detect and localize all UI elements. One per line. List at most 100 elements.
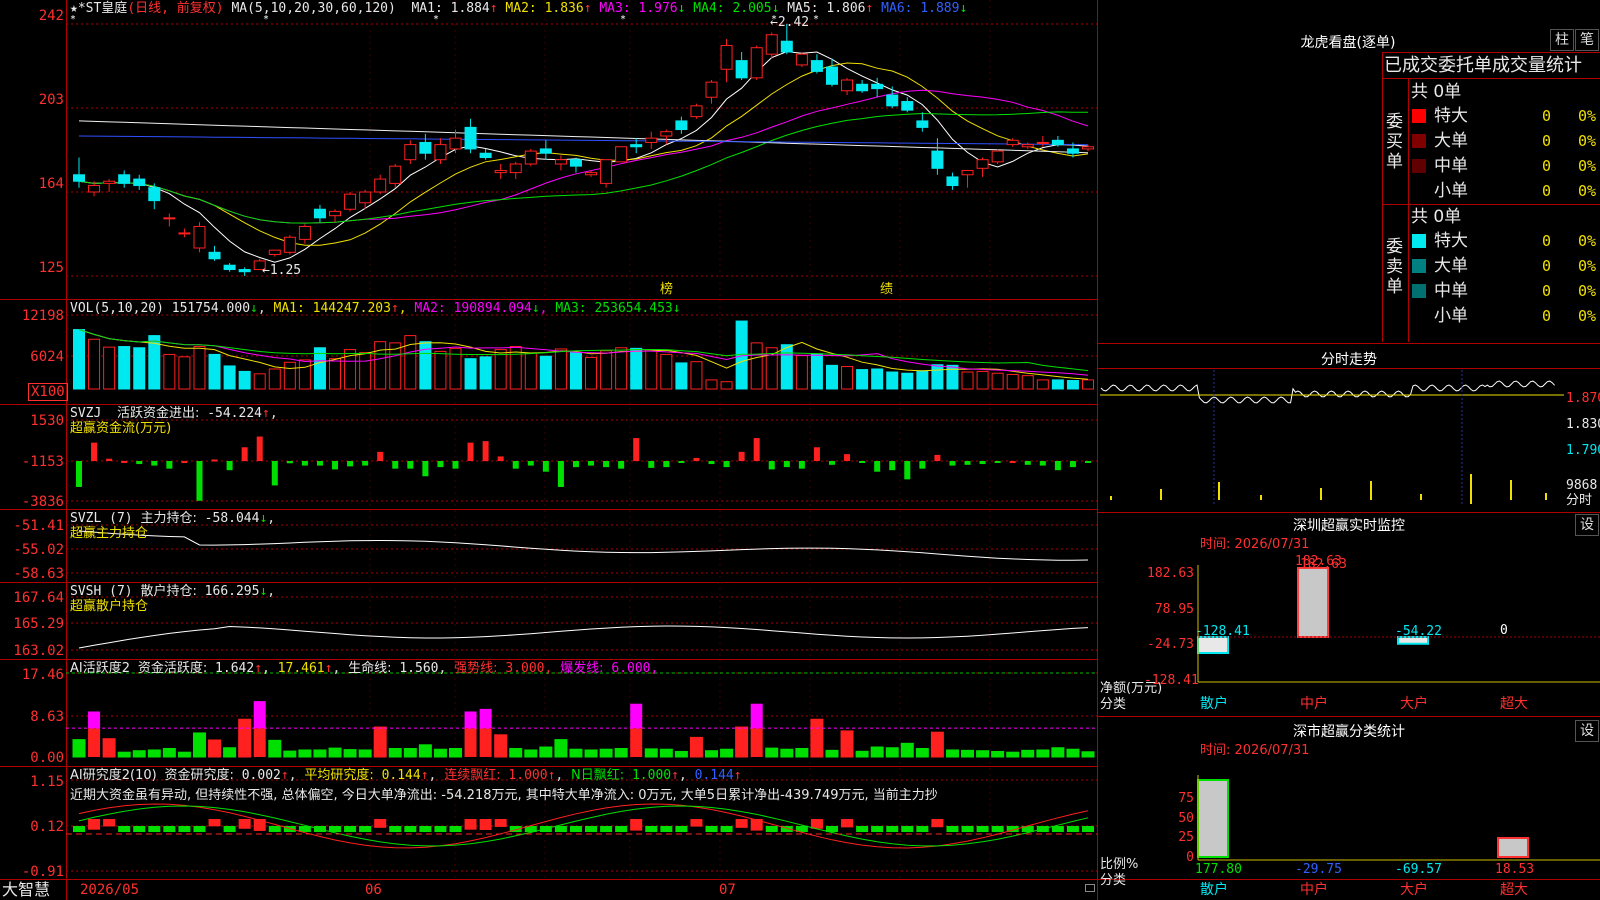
flow-bar [919,461,926,469]
ai2-bar [675,826,688,832]
ai2-bar [133,826,146,832]
price-axis-203: 203 [38,92,64,108]
fs-axis-2: 1.790 [1566,443,1600,458]
ai2-bar [208,819,221,827]
ai1-bar [795,747,809,758]
ai2-bar [720,826,733,832]
ss-settings-button[interactable]: 设 [1575,720,1599,742]
fs-axis-1: 1.830 [1566,417,1600,432]
ai2-axis-bot: -0.91 [21,864,64,880]
volume-bar [268,368,281,390]
intraday-vol-bar [1320,488,1322,500]
ai1-bar [509,747,523,758]
ai1-bar [268,739,282,758]
ai1-bar [855,750,869,758]
volume-bar [509,346,522,390]
flow-bar [256,436,263,461]
volume-bar [524,352,537,390]
ai1-bar-hot [464,711,477,729]
ai2-bar [178,826,191,832]
order-stats-header: 已成交委托单成交量统计 [1384,55,1582,76]
ai1-bar [584,749,598,758]
flow-bar [527,461,534,466]
sz-monitor-settings-button[interactable]: 设 [1575,514,1599,536]
ai1-bar [991,750,1005,758]
ai2-bar [554,826,567,832]
ai2-bar [645,826,658,832]
intraday-price-line [1100,380,1555,404]
candle-body [735,60,748,79]
flow-bar [1085,461,1091,463]
candle-body [193,225,206,249]
ai2-bar [946,826,959,832]
candle-body [1006,139,1019,146]
candle-body [389,165,402,184]
candle-body [539,148,552,154]
candle-body [600,159,613,184]
ai1-axis-top: 17.46 [21,667,64,683]
volume-bar [645,349,658,390]
ai2-bar [886,826,899,832]
volume-bar [223,365,236,390]
sz-top-label: 182.63 [1300,557,1347,572]
lock-icon[interactable] [1085,884,1095,892]
tick-mode-button[interactable]: 笔 [1575,29,1599,51]
buy-row-count-0: 0 [1542,107,1552,125]
ai1-bar [524,749,538,758]
ss-bar-label-1: -29.75 [1295,862,1342,877]
sz-ylabel: 净额(万元) [1100,681,1163,696]
svzl-axis-bot: -58.63 [13,566,64,582]
volume-bar [359,352,372,390]
candle-body [765,34,778,55]
candle-body [238,269,251,273]
volume-bar [871,368,884,390]
ai2-bar [193,826,206,832]
ai1-bar [132,750,146,758]
ai2-bar [976,826,989,832]
price-indicator-chart[interactable]: * * * * * *-128.41182.63-54.22 0177.80 -29.75 -6… [0,0,1600,900]
flow-bar [557,461,564,487]
bar-mode-button[interactable]: 柱 [1550,29,1574,51]
candle-body [449,137,462,150]
ai1-bar [358,749,372,758]
ai2-bar [931,819,944,828]
volume-bar [479,356,492,390]
volume-bar [178,356,191,390]
ai1-bar [464,728,477,757]
flow-bar [663,461,670,468]
sell-swatch-3 [1412,309,1426,323]
vol-axis-top: 12198 [21,308,64,324]
ai2-bar [585,826,598,832]
svzj-subtitle: 超赢资金流(万元) [70,421,172,436]
flow-bar [572,461,579,468]
candle-body [118,174,131,184]
flow-bar [964,461,971,465]
ai2-bar [600,826,613,832]
volume-bar [1036,379,1049,390]
volume-bar [539,355,552,390]
ai1-bar [298,749,312,758]
svsh-header: SVSH (7) 散户持仓: 166.295↓, [70,584,276,599]
ai2-bar [705,826,718,832]
ai1-bar [705,750,719,758]
marker-bang: 榜 [660,282,674,297]
ai2-bar [630,819,643,831]
sz-axis-2: -24.73 [1147,637,1194,652]
flow-bar [166,461,173,469]
candle-body [569,159,582,167]
candle-body [434,144,447,161]
svsh-subtitle: 超赢散户持仓 [70,599,149,614]
ai2-bar [238,819,251,829]
flow-bar [151,461,158,466]
ai1-bar [1081,751,1095,758]
candle-body [329,210,342,217]
volume-bar [856,369,869,390]
ai1-bar [569,748,583,758]
flow-bar [467,442,474,461]
ai2-bar [449,826,462,832]
ai1-bar [915,747,929,758]
candle-body [615,146,628,163]
candle-body [856,83,869,92]
flow-bar [979,461,986,465]
candle-body [795,53,808,66]
